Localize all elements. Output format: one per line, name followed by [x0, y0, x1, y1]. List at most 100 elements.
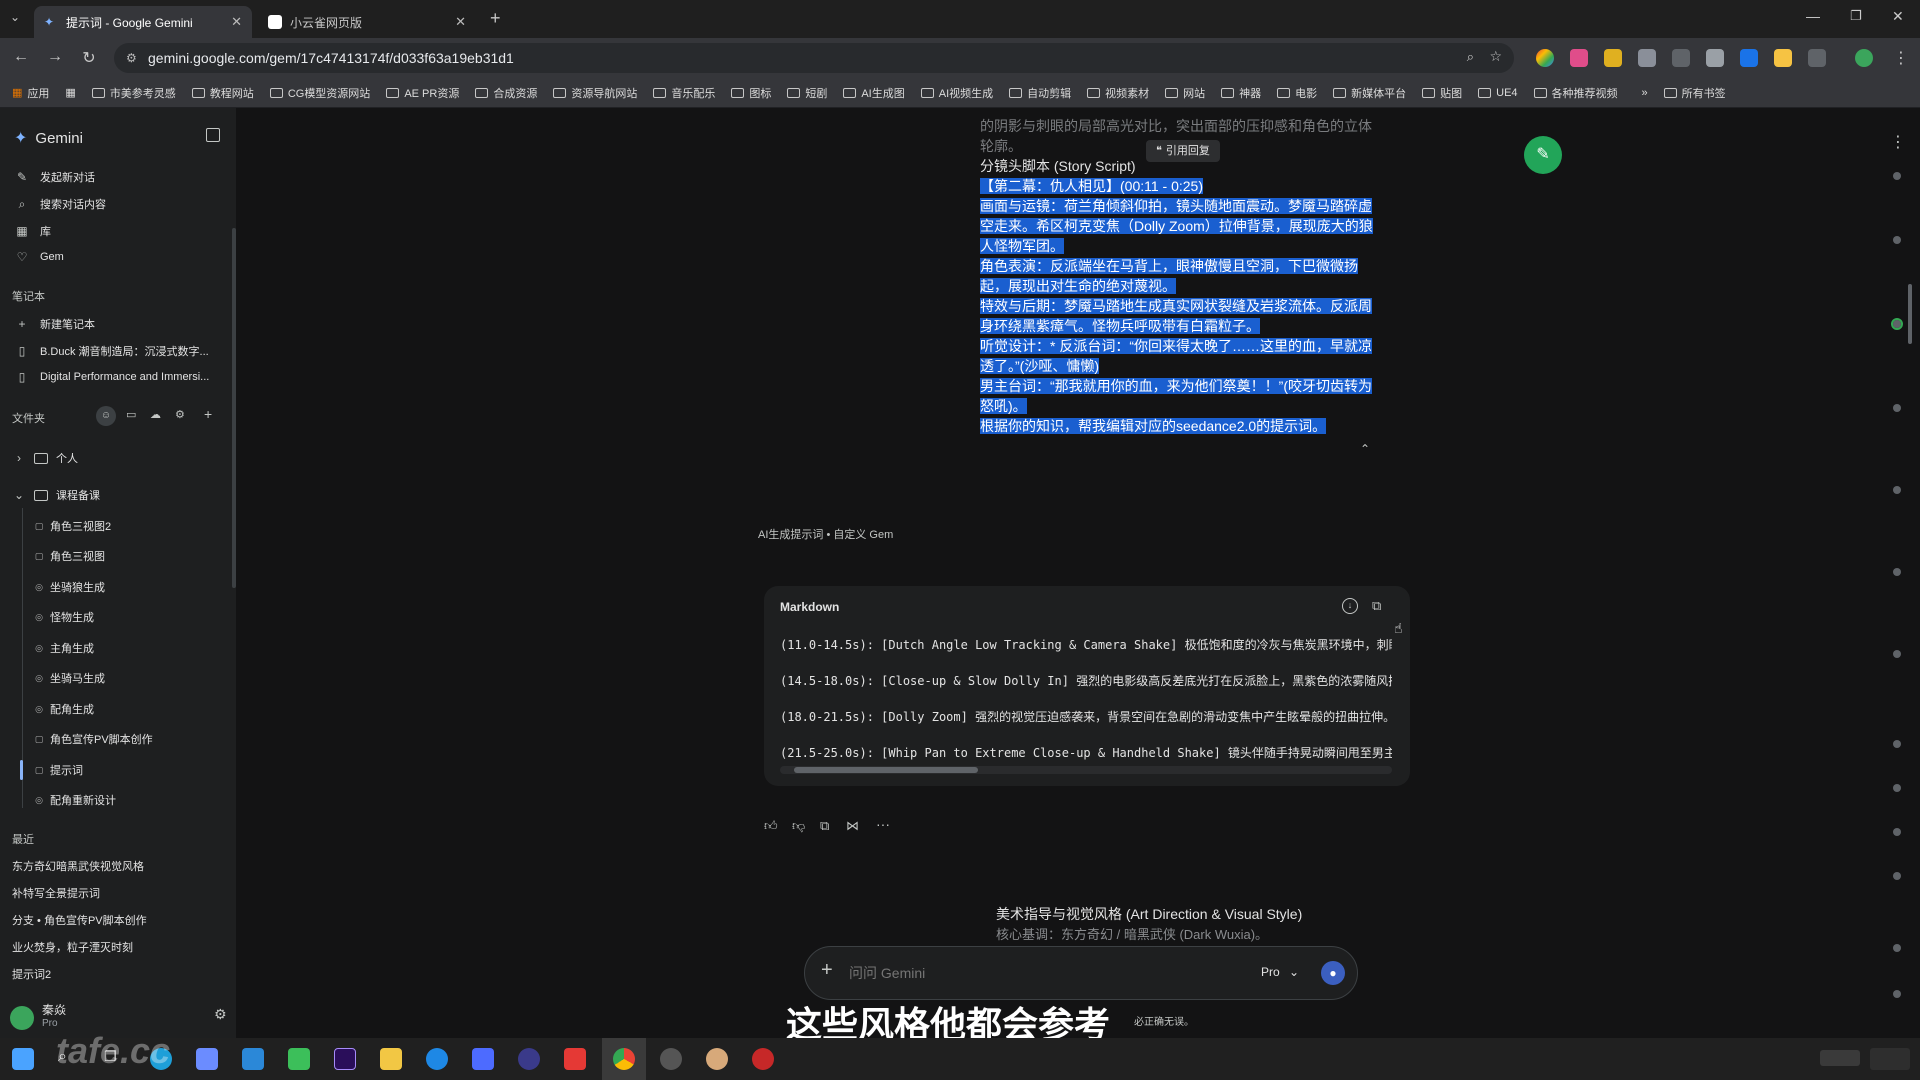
cloud-filter-icon[interactable]: ☁ [150, 408, 161, 421]
bookmark-item[interactable]: 教程网站 [191, 85, 254, 101]
bookmark-item[interactable]: AE PR资源 [386, 85, 459, 101]
app-icon[interactable] [660, 1048, 682, 1070]
close-window-icon[interactable]: ✕ [1892, 8, 1904, 25]
scroll-marker[interactable] [1893, 740, 1901, 748]
scroll-marker[interactable] [1893, 172, 1901, 180]
tray-icons[interactable] [1820, 1050, 1860, 1066]
browser-menu-icon[interactable]: ⋮ [1890, 48, 1912, 68]
extension-icon[interactable] [1638, 49, 1656, 67]
bookmark-item[interactable]: AI视频生成 [920, 85, 993, 101]
url-bar[interactable]: ⚙ gemini.google.com/gem/17c47413174f/d03… [114, 43, 1514, 73]
recent-chat[interactable]: 补特写全景提示词 [12, 885, 100, 901]
sidebar-item-notebook[interactable]: ▯ Digital Performance and Immersi... [14, 370, 210, 384]
avatar[interactable] [10, 1006, 34, 1030]
start-windows-icon[interactable] [12, 1048, 34, 1070]
gem-filter-icon[interactable]: ⚙ [175, 408, 185, 421]
after-effects-icon[interactable] [334, 1048, 356, 1070]
folder-item[interactable]: ◎ 坐骑马生成 [34, 670, 105, 686]
scroll-marker[interactable] [1893, 568, 1901, 576]
extension-icon[interactable] [1536, 49, 1554, 67]
extension-icon[interactable] [1604, 49, 1622, 67]
sidebar-item-gem[interactable]: ♡ Gem [14, 250, 64, 264]
scroll-marker[interactable] [1893, 650, 1901, 658]
close-tab-icon[interactable]: ✕ [455, 14, 466, 30]
download-icon[interactable] [1672, 49, 1690, 67]
app-icon[interactable] [518, 1048, 540, 1070]
scroll-marker[interactable] [1893, 990, 1901, 998]
bookmark-item[interactable]: 神器 [1221, 85, 1261, 101]
settings-gear-icon[interactable]: ⚙ [214, 1006, 227, 1023]
microphone-icon[interactable]: ● [1321, 961, 1345, 985]
extension-icon[interactable] [1706, 49, 1724, 67]
recent-chat[interactable]: 东方奇幻暗黑武侠视觉风格 [12, 858, 144, 874]
store-icon[interactable] [196, 1048, 218, 1070]
mail-icon[interactable] [242, 1048, 264, 1070]
app-icon[interactable] [426, 1048, 448, 1070]
scroll-marker[interactable] [1893, 236, 1901, 244]
restore-icon[interactable]: ❐ [1850, 8, 1862, 24]
scroll-marker[interactable] [1893, 872, 1901, 880]
reload-icon[interactable]: ↻ [78, 48, 100, 68]
bookmark-item[interactable]: 新媒体平台 [1333, 85, 1406, 101]
folder-personal[interactable]: › 个人 [14, 450, 78, 466]
sidebar-item-new-chat[interactable]: ✎ 发起新对话 [14, 169, 95, 185]
folder-item-active[interactable]: ▢ 提示词 [34, 762, 83, 778]
forward-icon[interactable]: → [44, 48, 66, 66]
folder-filter-icon[interactable]: ▭ [126, 408, 136, 421]
app-icon[interactable] [472, 1048, 494, 1070]
sidebar-item-new-notebook[interactable]: + 新建笔记本 [14, 316, 95, 332]
more-actions-icon[interactable]: ··· [876, 816, 890, 832]
clock[interactable] [1870, 1048, 1910, 1070]
profile-avatar-icon[interactable] [1855, 49, 1873, 67]
folder-item[interactable]: ◎ 配角生成 [34, 701, 94, 717]
scroll-marker[interactable] [1893, 944, 1901, 952]
bookmark-item[interactable]: UE4 [1478, 87, 1518, 99]
gemini-logo[interactable]: ✦ Gemini [14, 128, 83, 148]
folder-item[interactable]: ◎ 坐骑狼生成 [34, 579, 105, 595]
new-tab-button[interactable]: + [490, 8, 501, 29]
close-tab-icon[interactable]: ✕ [231, 14, 242, 30]
thumbs-up-icon[interactable]: 👍︎ [764, 818, 778, 834]
add-folder-icon[interactable]: + [204, 406, 212, 422]
copy-response-icon[interactable]: ⧉ [820, 818, 829, 834]
bookmark-item[interactable]: 视频素材 [1087, 85, 1149, 101]
scroll-marker[interactable] [1893, 404, 1901, 412]
zoom-icon[interactable]: ⌕ [1467, 49, 1474, 65]
person-filter-icon[interactable]: ☺ [96, 406, 116, 426]
file-explorer-icon[interactable] [380, 1048, 402, 1070]
bookmark-item[interactable]: 短剧 [787, 85, 827, 101]
bookmark-item[interactable]: 各种推荐视频 [1533, 85, 1618, 101]
folder-course-prep[interactable]: ⌄ 课程备课 [14, 487, 100, 503]
folder-item[interactable]: ◎ 怪物生成 [34, 609, 94, 625]
extensions-puzzle-icon[interactable] [1808, 49, 1826, 67]
bookmark-item[interactable]: AI生成图 [843, 85, 905, 101]
bookmark-item[interactable]: 所有书签 [1663, 85, 1726, 101]
chrome-icon[interactable] [613, 1048, 635, 1070]
share-icon[interactable]: ⋈ [846, 818, 859, 834]
folder-item[interactable]: ◎ 配角重新设计 [34, 792, 116, 808]
bookmark-item[interactable]: 图标 [731, 85, 771, 101]
bookmark-item[interactable]: 自动剪辑 [1009, 85, 1071, 101]
recent-chat[interactable]: 分支 • 角色宣传PV脚本创作 [12, 912, 147, 928]
bookmark-item[interactable]: 电影 [1277, 85, 1317, 101]
bookmark-item[interactable]: 网站 [1165, 85, 1205, 101]
tab-search-icon[interactable]: ⌄ [10, 10, 20, 24]
recent-chat[interactable]: 提示词2 [12, 966, 51, 982]
sidebar-item-search[interactable]: ⌕ 搜索对话内容 [14, 196, 106, 212]
scroll-marker[interactable] [1893, 486, 1901, 494]
collapse-sidebar-icon[interactable] [206, 128, 220, 142]
tab-groups-icon[interactable]: ▦ [65, 86, 75, 99]
scrollbar-thumb[interactable] [794, 767, 978, 773]
folder-item[interactable]: ▢ 角色宣传PV脚本创作 [34, 731, 153, 747]
bookmark-item[interactable]: 资源导航网站 [553, 85, 637, 101]
more-options-icon[interactable]: ⋮ [1890, 132, 1906, 152]
tab-gemini[interactable]: ✦ 提示词 - Google Gemini ✕ [34, 6, 252, 38]
bookmarks-overflow-icon[interactable]: » [1642, 87, 1648, 99]
site-info-icon[interactable]: ⚙ [126, 51, 137, 65]
folder-item[interactable]: ▢ 角色三视图2 [34, 518, 111, 534]
copy-code-icon[interactable]: ⧉ [1372, 598, 1381, 614]
scroll-marker-active[interactable] [1891, 318, 1903, 330]
sidebar-item-library[interactable]: ▦ 库 [14, 223, 51, 239]
code-horizontal-scrollbar[interactable] [780, 766, 1392, 774]
quote-reply-button[interactable]: ❝ 引用回复 [1146, 140, 1220, 162]
